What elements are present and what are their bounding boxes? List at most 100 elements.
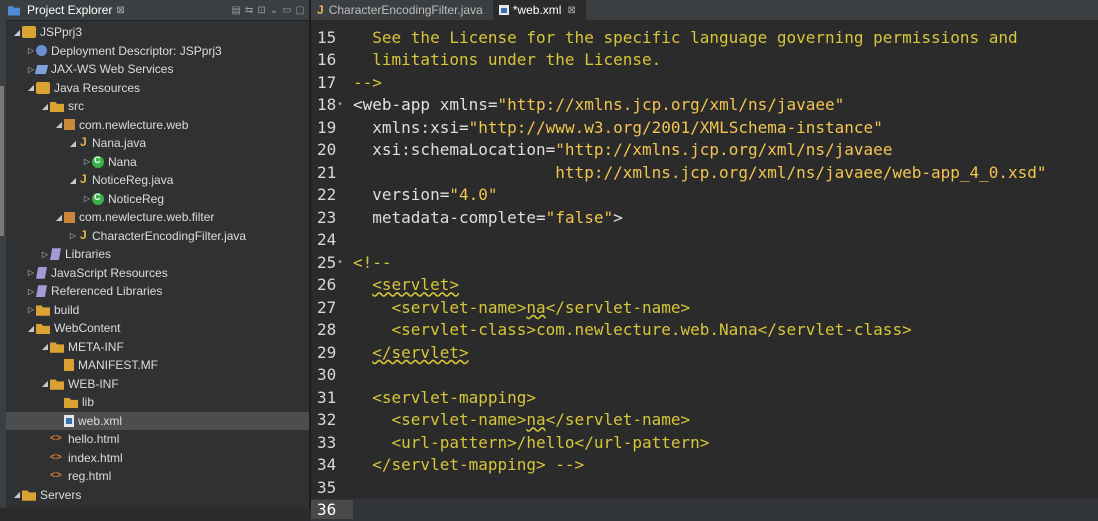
tree-item[interactable]: MANIFEST.MF (6, 356, 357, 375)
tree-item[interactable]: ▷Referenced Libraries (6, 282, 329, 301)
code-token: > (613, 208, 623, 227)
tree-item-label: lib (82, 395, 94, 409)
code-line[interactable]: 28 <servlet-class>com.newlecture.web.Nan… (311, 319, 1098, 342)
code-line[interactable]: 24 (311, 229, 1098, 252)
tree-item[interactable]: ◢ com.newlecture.web (6, 116, 357, 135)
code-line[interactable]: 32 <servlet-name>na</servlet-name> (311, 409, 1098, 432)
code-line[interactable]: 29 </servlet> (311, 341, 1098, 364)
tree-item[interactable]: web.xml (6, 412, 357, 431)
tree-item[interactable]: hello.html (6, 430, 343, 449)
tree-item[interactable]: ▷Deployment Descriptor: JSPprj3 (6, 42, 329, 61)
code-line[interactable]: 30 (311, 364, 1098, 387)
code-line[interactable]: 34 </servlet-mapping> --> (311, 454, 1098, 477)
code-line[interactable]: 26 <servlet> (311, 274, 1098, 297)
deployment-descriptor-icon (36, 45, 47, 56)
view-menu-icon[interactable]: ⌄ (270, 5, 278, 16)
collapsed-arrow-icon[interactable]: ▷ (26, 287, 36, 296)
code-line[interactable]: 19 xmlns:xsi="http://www.w3.org/2001/XML… (311, 116, 1098, 139)
expanded-arrow-icon[interactable]: ◢ (54, 213, 64, 222)
code-text: <servlet-class>com.newlecture.web.Nana</… (353, 320, 912, 339)
tree-item-label: reg.html (68, 469, 111, 483)
code-line[interactable]: 16 limitations under the License. (311, 49, 1098, 72)
code-line[interactable]: 27 <servlet-name>na</servlet-name> (311, 296, 1098, 319)
collapsed-arrow-icon[interactable]: ▷ (26, 268, 36, 277)
code-line[interactable]: 17--> (311, 71, 1098, 94)
code-line[interactable]: 23 metadata-complete="false"> (311, 206, 1098, 229)
code-line[interactable]: 25•<!-- (311, 251, 1098, 274)
tree-item[interactable]: ◢Java Resources (6, 79, 329, 98)
code-line[interactable]: 18•<web-app xmlns="http://xmlns.jcp.org/… (311, 94, 1098, 117)
collapsed-arrow-icon[interactable]: ▷ (68, 231, 78, 240)
link-editor-icon[interactable]: ⇆ (245, 5, 253, 16)
java-file-icon (78, 174, 88, 186)
code-text: <web-app xmlns="http://xmlns.jcp.org/xml… (353, 95, 844, 114)
code-line[interactable]: 22 version="4.0" (311, 184, 1098, 207)
line-number: 32 (311, 410, 353, 429)
fold-marker-icon[interactable]: • (337, 257, 343, 268)
collapsed-arrow-icon[interactable]: ▷ (82, 194, 92, 203)
expanded-arrow-icon[interactable]: ◢ (54, 120, 64, 129)
fold-marker-icon[interactable]: • (337, 99, 343, 110)
line-number: 26 (311, 275, 353, 294)
tree-item[interactable]: ◢com.newlecture.web.filter (6, 208, 357, 227)
tree-item[interactable]: ▷build (6, 301, 329, 320)
tree-item[interactable]: ◢META-INF (6, 338, 343, 357)
tree-item-label: Libraries (65, 247, 111, 261)
code-line[interactable]: 15 See the License for the specific lang… (311, 26, 1098, 49)
package-icon (64, 212, 75, 223)
tree-item[interactable]: ▷JavaScript Resources (6, 264, 329, 283)
collapsed-arrow-icon[interactable]: ▷ (26, 305, 36, 314)
tree-item[interactable]: ◢Servers (6, 486, 315, 505)
expanded-arrow-icon[interactable]: ◢ (40, 342, 50, 351)
editor-tab-label: CharacterEncodingFilter.java (329, 3, 483, 17)
collapsed-arrow-icon[interactable]: ▷ (26, 46, 36, 55)
manifest-file-icon (64, 359, 74, 371)
collapse-all-icon[interactable]: ▤ (231, 5, 240, 16)
tree-item[interactable]: reg.html (6, 467, 343, 486)
expanded-arrow-icon[interactable]: ◢ (40, 102, 50, 111)
class-icon (92, 193, 104, 205)
code-token: <servlet-name> (353, 298, 526, 317)
tree-item[interactable]: ◢JSPprj3 (6, 23, 315, 42)
expanded-arrow-icon[interactable]: ◢ (26, 324, 36, 333)
editor-tab[interactable]: *web.xml⊠ (493, 0, 586, 20)
line-number: 22 (311, 185, 353, 204)
code-line[interactable]: 31 <servlet-mapping> (311, 386, 1098, 409)
code-token: "http://xmlns.jcp.org/xml/ns/javaee (555, 140, 892, 159)
tree-item[interactable]: index.html (6, 449, 343, 468)
code-line[interactable]: 21 http://xmlns.jcp.org/xml/ns/javaee/we… (311, 161, 1098, 184)
code-line[interactable]: 20 xsi:schemaLocation="http://xmlns.jcp.… (311, 139, 1098, 162)
code-line[interactable]: 36 (311, 499, 1098, 521)
tree-item[interactable]: ◢src (6, 97, 343, 116)
code-line[interactable]: 33 <url-pattern>/hello</url-pattern> (311, 431, 1098, 454)
expanded-arrow-icon[interactable]: ◢ (68, 176, 78, 185)
maximize-icon[interactable]: ▢ (296, 5, 305, 16)
tree-item-label: web.xml (78, 414, 122, 428)
expanded-arrow-icon[interactable]: ◢ (26, 83, 36, 92)
tree-item[interactable]: lib (6, 393, 357, 412)
expanded-arrow-icon[interactable]: ◢ (68, 139, 78, 148)
code-text: </servlet-mapping> --> (353, 455, 584, 474)
expanded-arrow-icon[interactable]: ◢ (40, 379, 50, 388)
tree-item-label: com.newlecture.web (79, 118, 188, 132)
expanded-arrow-icon[interactable]: ◢ (12, 28, 22, 37)
tree-item[interactable]: ▷JAX-WS Web Services (6, 60, 329, 79)
library-icon (50, 248, 61, 260)
line-number: 17 (311, 73, 353, 92)
tree-item[interactable]: ◢WEB-INF (6, 375, 343, 394)
expanded-arrow-icon[interactable]: ◢ (12, 490, 22, 499)
code-line[interactable]: 35 (311, 476, 1098, 499)
scroll-marker[interactable] (0, 86, 4, 236)
source-folder-icon (50, 100, 64, 112)
collapsed-arrow-icon[interactable]: ▷ (40, 250, 50, 259)
tree-item[interactable]: ▷ Libraries (6, 245, 343, 264)
close-icon[interactable]: ⊠ (116, 5, 124, 16)
close-icon[interactable]: ⊠ (567, 5, 575, 16)
focus-icon[interactable]: ⊡ (257, 5, 265, 16)
code-text: version="4.0" (353, 185, 498, 204)
code-token: "4.0" (449, 185, 497, 204)
editor-tab[interactable]: JCharacterEncodingFilter.java (311, 0, 493, 20)
minimize-icon[interactable]: ▭ (282, 5, 291, 16)
collapsed-arrow-icon[interactable]: ▷ (82, 157, 92, 166)
tree-item[interactable]: ◢WebContent (6, 319, 329, 338)
